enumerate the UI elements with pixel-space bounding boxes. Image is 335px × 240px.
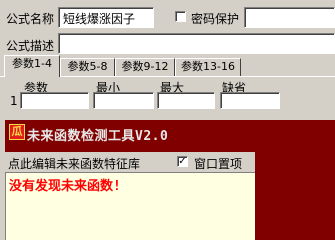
dialog-title: 未来函数检测工具V2.0 bbox=[27, 129, 169, 144]
formula-name-value: 短线爆涨因子 bbox=[63, 12, 136, 26]
formula-desc-input[interactable] bbox=[58, 33, 335, 54]
topmost-label: 窗口置项 bbox=[194, 157, 243, 171]
future-function-dialog: 瓜 未来函数检测工具V2.0 点此编辑未来函数特征库 ✓ 窗口置项 没有发现未来… bbox=[5, 120, 335, 240]
password-input[interactable] bbox=[244, 7, 335, 28]
password-label: 密码保护 bbox=[191, 12, 240, 26]
dialog-titlebar[interactable]: 瓜 未来函数检测工具V2.0 bbox=[5, 120, 335, 144]
edit-feature-library-link[interactable]: 点此编辑未来函数特征库 bbox=[8, 155, 140, 172]
param-default-input[interactable] bbox=[220, 92, 280, 109]
tab-params-9-12[interactable]: 参数9-12 bbox=[115, 58, 175, 76]
tab-params-13-16[interactable]: 参数13-16 bbox=[175, 58, 241, 76]
result-text-area[interactable]: 没有发现未来函数! bbox=[5, 172, 255, 240]
param-min-input[interactable] bbox=[93, 92, 154, 109]
param-name-input[interactable] bbox=[20, 92, 89, 109]
formula-desc-label: 公式描述 bbox=[6, 39, 55, 53]
app-logo-icon: 瓜 bbox=[9, 124, 25, 140]
formula-name-label: 公式名称 bbox=[6, 12, 55, 26]
dialog-toolbar: 点此编辑未来函数特征库 ✓ 窗口置项 bbox=[5, 152, 255, 172]
tab-params-5-8[interactable]: 参数5-8 bbox=[60, 58, 115, 76]
result-message: 没有发现未来函数! bbox=[9, 179, 121, 194]
tab-params-1-4[interactable]: 参数1-4 bbox=[4, 55, 60, 77]
topmost-checkbox[interactable]: ✓ bbox=[177, 156, 188, 167]
checkmark-icon: ✓ bbox=[178, 156, 187, 167]
formula-name-input[interactable]: 短线爆涨因子 bbox=[58, 7, 154, 28]
param-max-input[interactable] bbox=[157, 92, 215, 109]
password-checkbox[interactable] bbox=[175, 11, 186, 22]
param-row-index: 1 bbox=[10, 94, 18, 108]
